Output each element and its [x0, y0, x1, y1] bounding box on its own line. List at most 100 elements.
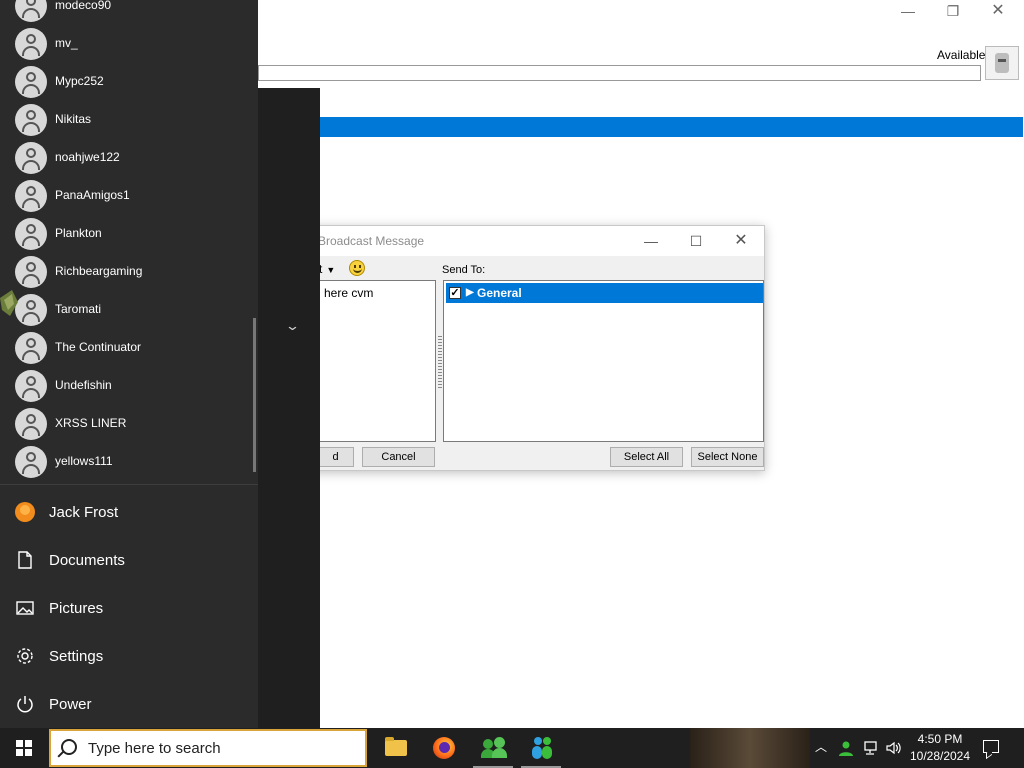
divider	[0, 484, 258, 485]
dialog-maximize-button[interactable]: ☐	[674, 226, 718, 256]
user-avatar-icon	[15, 180, 47, 212]
user-list-item[interactable]: noahjwe122	[0, 138, 258, 176]
settings-button[interactable]: Settings	[0, 632, 258, 680]
recipient-checkbox[interactable]: ✓	[449, 287, 461, 299]
messenger-icon	[531, 736, 553, 760]
user-name: PanaAmigos1	[55, 188, 130, 202]
pictures-label: Pictures	[49, 600, 104, 617]
user-list-item[interactable]: The Continuator	[0, 328, 258, 366]
search-icon	[61, 739, 77, 755]
user-list-item[interactable]: Richbeargaming	[0, 252, 258, 290]
recipient-group-label: General	[477, 286, 522, 300]
taskbar-wallpaper-strip	[690, 728, 810, 768]
start-button[interactable]	[0, 728, 48, 768]
avatar	[15, 502, 35, 522]
avatar[interactable]	[985, 46, 1019, 80]
show-hidden-icons-button[interactable]: ︿	[815, 738, 827, 768]
user-avatar-icon	[15, 0, 47, 22]
user-avatar-icon	[15, 218, 47, 250]
dialog-minimize-button[interactable]: —	[629, 226, 673, 256]
clock-date: 10/28/2024	[909, 749, 971, 763]
user-name: noahjwe122	[55, 150, 120, 164]
taskbar: Type here to search ︿ 4:50 PM 10/28/2024	[0, 728, 1024, 768]
user-avatar-icon	[15, 332, 47, 364]
expand-arrow-icon[interactable]: ▶	[466, 283, 474, 303]
taskbar-app-contacts[interactable]	[469, 728, 517, 768]
user-name: Mypc252	[55, 74, 104, 88]
list-item[interactable]: ✓ ▶ General	[446, 283, 763, 303]
windows-logo-icon	[16, 740, 32, 756]
splitter-handle[interactable]	[438, 336, 442, 390]
user-list-item[interactable]: Mypc252	[0, 62, 258, 100]
user-name: The Continuator	[55, 340, 142, 354]
dialog-title: Broadcast Message	[318, 234, 425, 248]
personal-message-input[interactable]	[258, 65, 981, 81]
recipient-list[interactable]: ✓ ▶ General	[443, 280, 764, 442]
start-menu: modeco90 mv_ Mypc252 Nikitas noahjwe122 PanaA…	[0, 0, 258, 728]
taskbar-app-messenger[interactable]	[517, 728, 565, 768]
bg-minimize-button[interactable]: —	[893, 0, 923, 22]
user-list-item[interactable]: modeco90	[0, 0, 258, 24]
user-avatar-icon	[15, 28, 47, 60]
user-name: Richbeargaming	[55, 264, 143, 278]
network-icon[interactable]	[862, 740, 878, 756]
select-none-button[interactable]: Select None	[691, 447, 764, 467]
firefox-icon	[433, 737, 455, 759]
chevron-down-icon[interactable]: ⌄	[285, 318, 300, 334]
contacts-tray-icon[interactable]	[838, 740, 854, 756]
format-dropdown[interactable]: t ▼	[319, 262, 335, 276]
clock[interactable]: 4:50 PM 10/28/2024	[905, 731, 975, 765]
folder-icon	[385, 737, 407, 756]
user-list-item[interactable]: PanaAmigos1	[0, 176, 258, 214]
bg-restore-button[interactable]: ❐	[938, 0, 968, 22]
settings-label: Settings	[49, 648, 104, 665]
bg-close-button[interactable]: ✕	[983, 0, 1013, 22]
volume-icon[interactable]	[885, 740, 901, 756]
documents-button[interactable]: Documents	[0, 536, 258, 584]
user-avatar-icon	[15, 256, 47, 288]
user-avatar-icon	[15, 370, 47, 402]
start-menu-tiles-pane: ⌄	[258, 88, 320, 728]
message-text: here cvm	[324, 286, 374, 300]
send-button[interactable]: d	[317, 447, 354, 467]
user-list-item[interactable]: Nikitas	[0, 100, 258, 138]
user-name: XRSS LINER	[55, 416, 127, 430]
user-name: Undefishin	[55, 378, 112, 392]
sticker-icon	[0, 290, 18, 316]
selected-row-highlight[interactable]	[320, 117, 1023, 137]
user-avatar-icon	[15, 408, 47, 440]
user-list-item[interactable]: yellows111	[0, 442, 258, 480]
select-all-button[interactable]: Select All	[610, 447, 683, 467]
send-to-label: Send To:	[442, 264, 486, 276]
account-name: Jack Frost	[49, 504, 119, 521]
emoticon-icon[interactable]	[349, 260, 365, 276]
pictures-button[interactable]: Pictures	[0, 584, 258, 632]
power-icon	[17, 696, 33, 713]
user-name: Taromati	[55, 302, 102, 316]
message-textarea[interactable]: here cvm	[317, 280, 436, 442]
user-list-item[interactable]: Taromati	[0, 290, 258, 328]
documents-label: Documents	[49, 552, 125, 569]
status-label[interactable]: Available	[937, 48, 985, 62]
power-button[interactable]: Power	[0, 680, 258, 728]
user-avatar-icon	[15, 66, 47, 98]
user-name: modeco90	[55, 0, 112, 12]
taskbar-app-firefox[interactable]	[420, 728, 468, 768]
user-list-item[interactable]: Plankton	[0, 214, 258, 252]
account-button[interactable]: Jack Frost	[0, 488, 258, 536]
user-name: yellows111	[55, 454, 113, 468]
chevron-down-icon: ▼	[326, 265, 336, 275]
user-avatar-icon	[15, 142, 47, 174]
pictures-icon	[16, 601, 34, 615]
user-list-item[interactable]: mv_	[0, 24, 258, 62]
user-list-item[interactable]: Undefishin	[0, 366, 258, 404]
user-name: Nikitas	[55, 112, 92, 126]
user-list-item[interactable]: XRSS LINER	[0, 404, 258, 442]
user-list-scrollbar[interactable]	[253, 318, 256, 472]
dialog-close-button[interactable]: ✕	[719, 226, 763, 256]
notification-icon[interactable]	[983, 740, 999, 753]
gear-icon	[17, 648, 33, 664]
search-input[interactable]: Type here to search	[49, 729, 367, 767]
taskbar-app-file-explorer[interactable]	[371, 728, 419, 768]
cancel-button[interactable]: Cancel	[362, 447, 435, 467]
